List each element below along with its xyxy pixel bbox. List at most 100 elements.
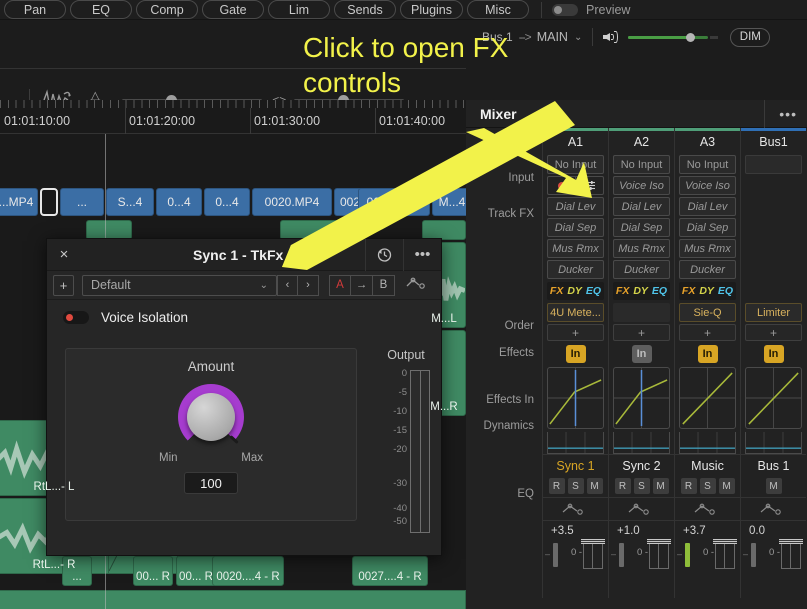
solo-button[interactable]: S: [699, 478, 716, 494]
track-fx-dial-lev[interactable]: Dial Lev: [613, 197, 670, 216]
voice-isolation-row[interactable]: Voice Isolation: [47, 300, 441, 334]
record-solo-mute-group[interactable]: R S M: [609, 478, 674, 494]
audio-clip[interactable]: 0027....4 - R: [352, 556, 428, 586]
mixer-options-icon[interactable]: •••: [764, 99, 797, 128]
track-fx-dial-lev[interactable]: Dial Lev: [547, 197, 604, 216]
ab-compare-group[interactable]: A → B: [329, 274, 395, 296]
effects-in-badge[interactable]: In: [631, 345, 652, 363]
order-dy[interactable]: DY: [633, 285, 648, 297]
track-name[interactable]: Sync 1: [543, 454, 608, 476]
order-dy[interactable]: DY: [567, 285, 582, 297]
record-arm-button[interactable]: R: [548, 478, 565, 494]
order-fx[interactable]: FX: [682, 285, 695, 297]
volume-knob[interactable]: [686, 32, 696, 42]
volume-fader-track[interactable]: [583, 543, 603, 569]
effects-in-badge[interactable]: In: [697, 345, 718, 363]
record-solo-mute-group[interactable]: M: [741, 478, 806, 494]
eq-graph[interactable]: [745, 432, 802, 454]
fader-handle[interactable]: [647, 539, 671, 544]
input-button[interactable]: No Input: [679, 155, 736, 174]
preset-a-button[interactable]: A: [329, 274, 351, 296]
audio-clip[interactable]: 00... R: [176, 556, 216, 586]
mute-button[interactable]: M: [586, 478, 603, 494]
order-fx[interactable]: FX: [550, 285, 563, 297]
track-fx-ducker[interactable]: Ducker: [613, 260, 670, 279]
solo-button[interactable]: S: [633, 478, 650, 494]
reset-icon[interactable]: [365, 238, 403, 271]
toolbar-button-eq[interactable]: EQ: [70, 0, 132, 19]
track-fx-ducker[interactable]: Ducker: [547, 260, 604, 279]
fx-controls-button[interactable]: [575, 176, 604, 195]
fader-handle[interactable]: [779, 539, 803, 544]
audio-clip[interactable]: 0020....4 - R: [212, 556, 284, 586]
mute-button[interactable]: M: [652, 478, 669, 494]
dynamics-graph[interactable]: [547, 367, 604, 429]
fader-zone[interactable]: – 0 -: [609, 539, 674, 569]
audio-clip[interactable]: [0, 590, 466, 609]
mixer-channel-a2[interactable]: A2 No Input Voice Iso Dial Lev Dial Sep …: [608, 128, 674, 598]
video-clip[interactable]: S...4: [106, 188, 154, 216]
volume-fader-track[interactable]: [781, 543, 801, 569]
voice-isolation-toggle[interactable]: [63, 310, 89, 324]
effects-in-badge[interactable]: In: [565, 345, 586, 363]
fader-db-value[interactable]: 0.0: [741, 521, 806, 539]
video-clip[interactable]: 0020.MP4: [252, 188, 332, 216]
order-row[interactable]: FX DY EQ: [547, 282, 604, 300]
input-button[interactable]: No Input: [613, 155, 670, 174]
video-track-row[interactable]: ...MP4 ... S...4 0...4 0...4 0020.MP4 00…: [0, 188, 466, 218]
order-row[interactable]: FX DY EQ: [613, 282, 670, 300]
record-solo-mute-group[interactable]: R S M: [675, 478, 740, 494]
pan-fader[interactable]: [685, 543, 690, 567]
track-fx-mus-rmx[interactable]: Mus Rmx: [613, 239, 670, 258]
speaker-icon[interactable]: [603, 30, 620, 44]
solo-button[interactable]: S: [567, 478, 584, 494]
track-fx-dial-lev[interactable]: Dial Lev: [679, 197, 736, 216]
effect-slot[interactable]: Limiter: [745, 303, 802, 322]
mute-button[interactable]: M: [718, 478, 735, 494]
record-solo-mute-group[interactable]: R S M: [543, 478, 608, 494]
record-arm-button[interactable]: R: [680, 478, 697, 494]
audio-clip[interactable]: 00... R: [133, 556, 173, 586]
volume-fader-track[interactable]: [715, 543, 735, 569]
effect-slot[interactable]: 4U Mete...: [547, 303, 604, 322]
eq-graph[interactable]: [613, 432, 670, 454]
input-button[interactable]: No Input: [547, 155, 604, 174]
dynamics-graph[interactable]: [745, 367, 802, 429]
mixer-channel-a1[interactable]: A1 No Input Dial Lev Dial Sep Mus Rmx Du…: [542, 128, 608, 598]
dynamics-graph[interactable]: [679, 367, 736, 429]
order-eq[interactable]: EQ: [652, 285, 667, 297]
video-clip[interactable]: M...4: [432, 188, 466, 216]
track-fx-dial-sep[interactable]: Dial Sep: [613, 218, 670, 237]
mixer-channel-a3[interactable]: A3 No Input Voice Iso Dial Lev Dial Sep …: [674, 128, 740, 598]
toolbar-button-comp[interactable]: Comp: [136, 0, 198, 19]
close-icon[interactable]: ×: [47, 246, 81, 263]
audio-clip[interactable]: [86, 220, 132, 240]
record-arm-button[interactable]: R: [614, 478, 631, 494]
automation-row[interactable]: [609, 497, 674, 521]
add-preset-button[interactable]: +: [53, 274, 74, 296]
add-effect-button[interactable]: +: [745, 324, 802, 341]
pan-fader[interactable]: [553, 543, 558, 567]
monitor-volume-slider[interactable]: [628, 32, 709, 42]
effect-slot[interactable]: Sie-Q: [679, 303, 736, 322]
track-fx-voice-iso[interactable]: Voice Iso: [679, 176, 736, 195]
video-clip[interactable]: ...MP4: [0, 188, 38, 216]
video-clip[interactable]: 0...4: [156, 188, 202, 216]
dim-button[interactable]: DIM: [730, 27, 771, 47]
add-effect-button[interactable]: +: [679, 324, 736, 341]
toolbar-button-gate[interactable]: Gate: [202, 0, 264, 19]
chevron-down-icon[interactable]: ⌄: [574, 32, 582, 43]
video-clip[interactable]: 0...4: [204, 188, 250, 216]
track-fx-voice-iso[interactable]: Voice Iso: [613, 176, 670, 195]
plugin-window[interactable]: × Sync 1 - TkFx 1 ••• + Default ⌄ ‹ › A …: [46, 238, 442, 556]
previous-preset-button[interactable]: ‹: [277, 274, 298, 296]
track-name[interactable]: Sync 2: [609, 454, 674, 476]
order-eq[interactable]: EQ: [586, 285, 601, 297]
track-fx-dial-sep[interactable]: Dial Sep: [547, 218, 604, 237]
amount-value-field[interactable]: 100: [184, 472, 238, 494]
toolbar-button-plugins[interactable]: Plugins: [400, 0, 463, 19]
track-fx-mus-rmx[interactable]: Mus Rmx: [547, 239, 604, 258]
bus-destination-label[interactable]: MAIN: [537, 30, 568, 44]
preset-b-button[interactable]: B: [373, 274, 395, 296]
eq-graph[interactable]: [679, 432, 736, 454]
